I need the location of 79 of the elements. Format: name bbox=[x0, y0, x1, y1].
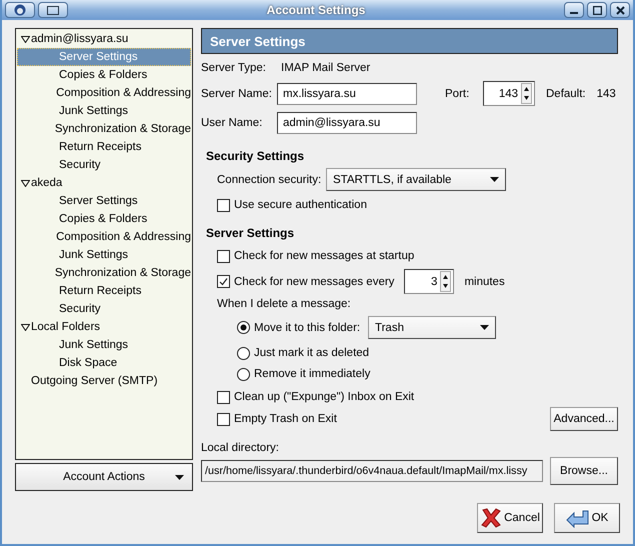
radio-label: Move it to this folder: bbox=[254, 322, 362, 334]
tree-item[interactable]: Synchronization & Storage bbox=[17, 120, 191, 138]
expander-icon[interactable] bbox=[20, 36, 30, 42]
checkbox-label: Empty Trash on Exit bbox=[234, 413, 337, 425]
tree-item[interactable]: Copies & Folders bbox=[17, 66, 191, 84]
maximize-button[interactable] bbox=[587, 2, 607, 18]
radio-button[interactable] bbox=[237, 346, 250, 360]
tree-item[interactable]: Outgoing Server (SMTP) bbox=[17, 372, 191, 390]
radio-label: Just mark it as deleted bbox=[254, 347, 370, 359]
tree-item[interactable]: Security bbox=[17, 300, 191, 318]
caret-icon bbox=[480, 325, 489, 330]
checkbox-label: Check for new messages every bbox=[234, 276, 394, 288]
tree-item[interactable]: Return Receipts bbox=[17, 138, 191, 156]
server-type-value: IMAP Mail Server bbox=[281, 62, 370, 74]
tree-item[interactable]: Local Folders bbox=[17, 318, 191, 336]
close-button[interactable] bbox=[610, 2, 630, 18]
checkbox-label: Check for new messages at startup bbox=[234, 250, 414, 262]
tree-item[interactable]: Junk Settings bbox=[17, 102, 191, 120]
window-title: Account Settings bbox=[266, 3, 366, 17]
restore-button[interactable] bbox=[38, 2, 68, 18]
folder-dropdown[interactable]: Trash bbox=[368, 316, 496, 339]
section-heading: Security Settings bbox=[206, 149, 304, 163]
checkbox[interactable] bbox=[217, 390, 230, 404]
field-label: Connection security: bbox=[217, 174, 322, 186]
tree-item[interactable]: admin@lissyara.su bbox=[17, 30, 191, 48]
spin-arrows-icon[interactable] bbox=[440, 271, 452, 292]
advanced-button[interactable]: Advanced... bbox=[550, 407, 618, 431]
checkbox-label: Clean up ("Expunge") Inbox on Exit bbox=[234, 391, 414, 403]
tree-item[interactable]: Composition & Addressing bbox=[17, 228, 191, 246]
field-label: Server Name: bbox=[201, 88, 273, 100]
browse-button[interactable]: Browse... bbox=[550, 457, 618, 485]
caret-icon bbox=[490, 177, 499, 182]
option-label: When I delete a message: bbox=[217, 298, 351, 310]
local-directory-field[interactable]: /usr/home/lissyara/.thunderbird/o6v4naua.default/ImapMail/mx.lissy bbox=[201, 460, 543, 482]
ok-button[interactable]: OK bbox=[554, 503, 620, 533]
expander-icon[interactable] bbox=[20, 324, 30, 330]
server-name-field[interactable]: mx.lissyara.su bbox=[277, 82, 417, 104]
window-icon bbox=[47, 6, 59, 14]
user-name-field[interactable]: admin@lissyara.su bbox=[277, 112, 417, 134]
checkbox[interactable] bbox=[217, 412, 230, 426]
radio-button[interactable] bbox=[237, 321, 250, 334]
field-label: Server Type: bbox=[201, 62, 266, 74]
panel-header: Server Settings bbox=[201, 28, 618, 54]
spin-arrows-icon[interactable] bbox=[521, 83, 532, 104]
tree-item[interactable]: Copies & Folders bbox=[17, 210, 191, 228]
checkbox[interactable] bbox=[217, 250, 230, 262]
connection-security-dropdown[interactable]: STARTTLS, if available bbox=[326, 168, 506, 191]
field-label: Local directory: bbox=[201, 442, 279, 454]
account-actions-button[interactable]: Account Actions bbox=[15, 463, 193, 491]
tree-item[interactable]: Security bbox=[17, 156, 191, 174]
tree-item[interactable]: Disk Space bbox=[17, 354, 191, 372]
checkbox[interactable] bbox=[217, 198, 230, 212]
arrow-icon bbox=[566, 508, 590, 528]
field-label: User Name: bbox=[201, 117, 264, 129]
radio-label: Remove it immediately bbox=[254, 368, 370, 380]
tree-item[interactable]: Server Settings bbox=[17, 192, 191, 210]
cancel-button[interactable]: Cancel bbox=[477, 503, 543, 533]
caret-icon bbox=[175, 475, 184, 480]
close-icon bbox=[616, 6, 624, 14]
minimize-button[interactable] bbox=[564, 2, 584, 18]
cross-icon bbox=[480, 507, 502, 529]
tree-item[interactable]: Synchronization & Storage bbox=[17, 264, 191, 282]
checkbox-label: Use secure authentication bbox=[234, 199, 367, 211]
field-label: Default: bbox=[546, 88, 586, 100]
default-port-value: 143 bbox=[596, 88, 616, 100]
app-menu-button[interactable] bbox=[5, 2, 35, 18]
checkbox[interactable] bbox=[217, 275, 230, 288]
unit-label: minutes bbox=[464, 276, 505, 288]
radio-button[interactable] bbox=[237, 368, 250, 380]
tree-item[interactable]: Composition & Addressing bbox=[17, 84, 191, 102]
app-logo-icon bbox=[14, 4, 26, 16]
maximize-icon bbox=[592, 6, 602, 14]
section-heading: Server Settings bbox=[206, 226, 294, 240]
field-label: Port: bbox=[445, 88, 470, 100]
tree-item[interactable]: Junk Settings bbox=[17, 336, 191, 354]
expander-icon[interactable] bbox=[20, 180, 30, 186]
tree-item[interactable]: akeda bbox=[17, 174, 191, 192]
tree-item[interactable]: Junk Settings bbox=[17, 246, 191, 264]
tree-item[interactable]: Return Receipts bbox=[17, 282, 191, 300]
